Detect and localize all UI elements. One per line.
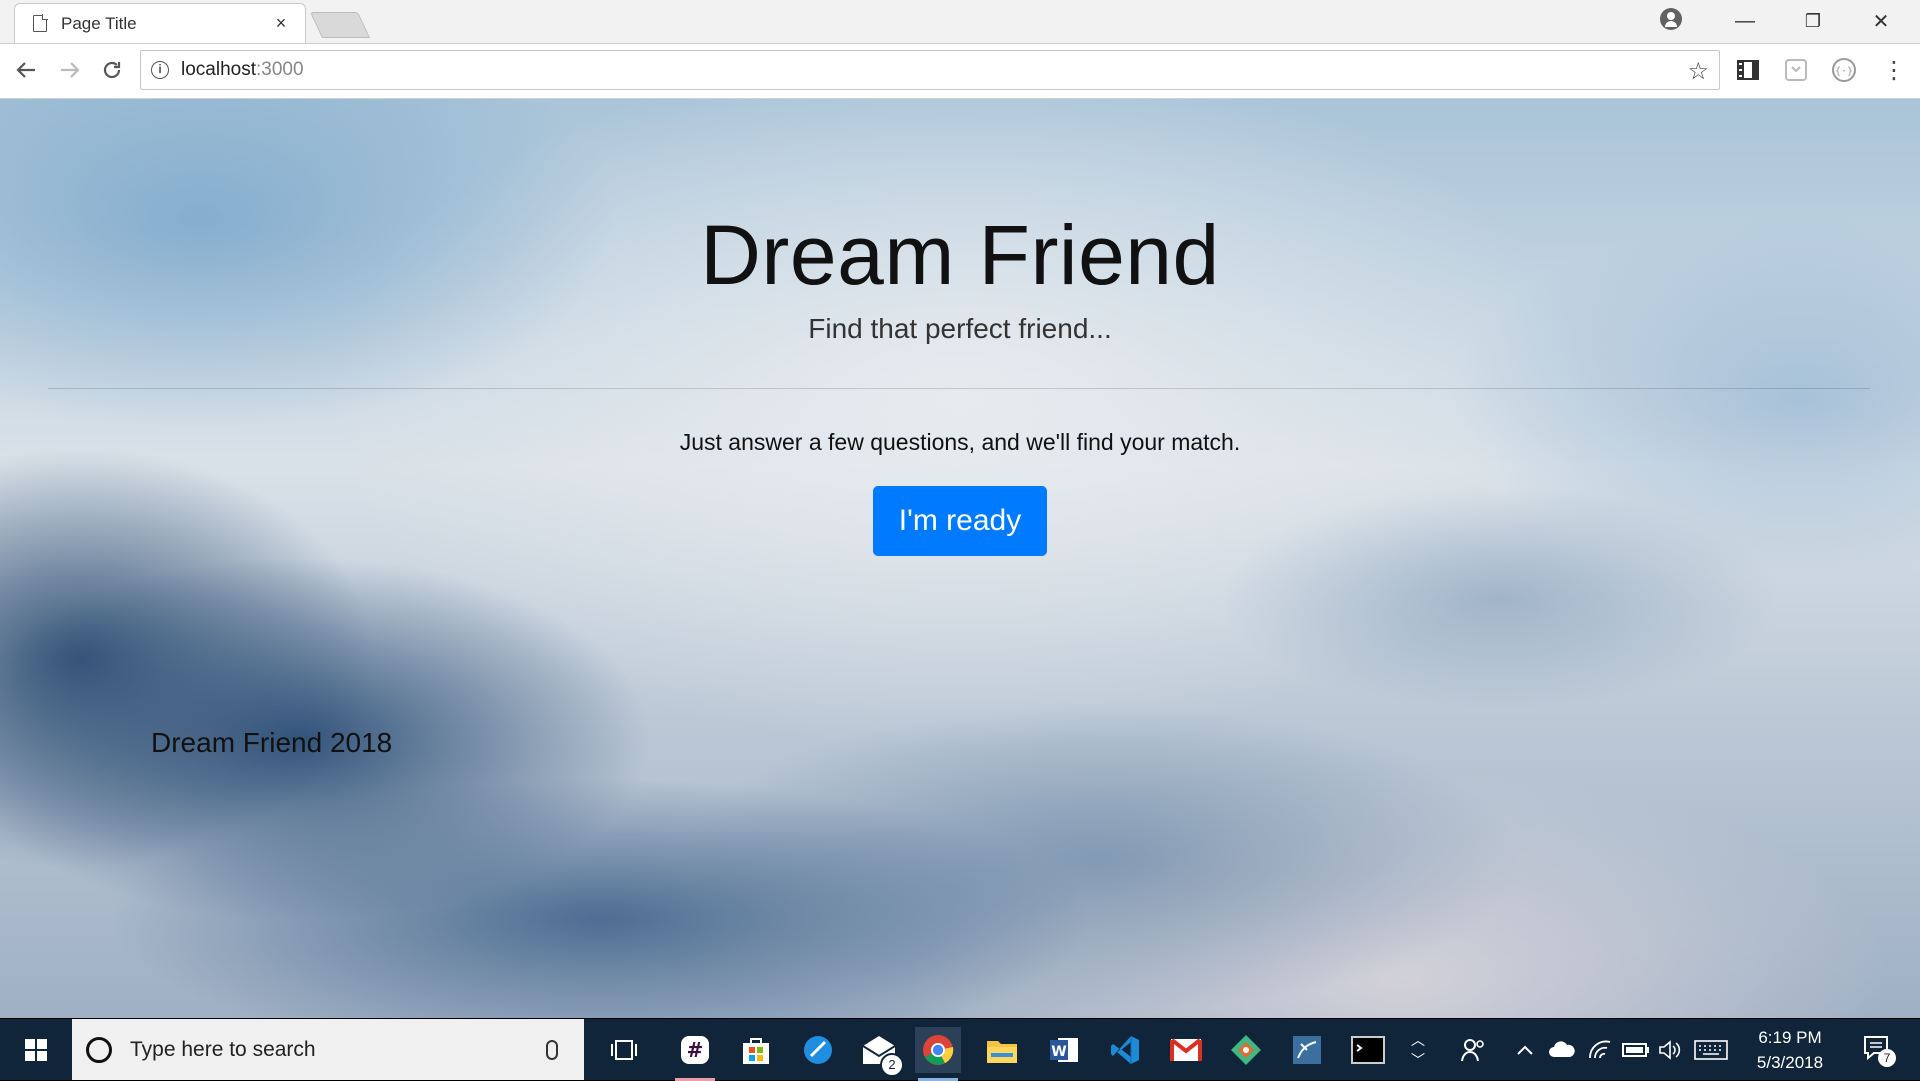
browser-chrome: Page Title × — ❐ ✕ i localhost :3000 ☆ {… [0,0,1920,99]
task-view-icon[interactable] [601,1027,647,1073]
page-viewport: Dream Friend Find that perfect friend...… [0,99,1920,1018]
action-center-icon[interactable]: 7 [1862,1033,1896,1067]
back-button[interactable] [8,52,44,88]
taskbar-search[interactable]: Type here to search [72,1019,584,1080]
clock-date: 5/3/2018 [1756,1053,1824,1072]
people-icon[interactable] [1460,1019,1486,1080]
page-subtitle: Find that perfect friend... [808,313,1112,344]
site-info-icon[interactable]: i [151,61,169,79]
browser-tab[interactable]: Page Title × [14,3,306,43]
url-host: localhost [181,59,256,80]
extension-pocket-icon[interactable] [1782,56,1810,84]
git-icon[interactable] [1223,1027,1269,1073]
mysql-workbench-icon[interactable] [1284,1027,1330,1073]
menu-kebab-icon[interactable]: ⋮ [1880,56,1908,84]
tab-close-icon[interactable]: × [271,13,291,34]
url-port: :3000 [256,59,304,80]
slack-icon[interactable]: # [672,1027,718,1081]
mail-icon[interactable]: 2 [856,1027,904,1077]
gmail-icon[interactable] [1163,1027,1209,1073]
tab-title: Page Title [61,13,137,33]
clock-time: 6:19 PM [1758,1028,1822,1047]
microphone-icon[interactable] [546,1039,558,1060]
page-icon [33,14,48,32]
mail-badge: 2 [880,1053,904,1077]
svg-text:{·}: {·} [1835,66,1853,77]
cortana-icon [86,1036,112,1063]
address-bar[interactable]: i localhost :3000 ☆ [140,50,1720,90]
reload-icon [103,61,121,79]
profile-icon[interactable] [1660,8,1682,30]
vscode-icon[interactable] [1102,1027,1148,1073]
reload-button[interactable] [94,52,130,88]
footer-text: Dream Friend 2018 [151,727,393,758]
tray-expand-icon[interactable] [1516,1019,1534,1080]
forward-arrow-icon [61,62,80,78]
page-title: Dream Friend [700,208,1220,302]
lead-text: Just answer a few questions, and we'll f… [679,429,1241,455]
back-arrow-icon [16,62,35,78]
notification-count-badge: 7 [1878,1049,1896,1067]
windows-logo-icon [25,1038,47,1061]
forward-button[interactable] [52,52,88,88]
tab-strip: Page Title × — ❐ ✕ [0,0,1920,44]
restore-button[interactable]: ❐ [1788,4,1838,38]
chevron-up-icon[interactable]: ︿ [1411,1030,1425,1050]
word-icon[interactable]: W [1041,1027,1087,1073]
file-explorer-icon[interactable] [979,1027,1025,1073]
new-tab-button[interactable] [309,12,371,38]
chrome-icon[interactable] [915,1027,961,1081]
sourcetree-icon[interactable] [795,1027,841,1073]
wifi-icon[interactable] [1588,1019,1612,1080]
system-clock[interactable]: 6:19 PM 5/3/2018 [1740,1025,1840,1075]
chevron-down-icon[interactable]: ﹀ [1411,1050,1425,1070]
extension-json-icon[interactable]: {·} [1830,56,1858,84]
terminal-icon[interactable] [1345,1027,1391,1073]
close-window-button[interactable]: ✕ [1856,4,1906,38]
bookmark-star-icon[interactable]: ☆ [1687,57,1709,86]
svg-text:W: W [1051,1044,1066,1060]
search-placeholder: Type here to search [130,1037,316,1061]
onedrive-icon[interactable] [1548,1019,1576,1080]
keyboard-icon[interactable] [1694,1019,1728,1080]
svg-text:#: # [687,1038,704,1062]
divider [48,388,1870,389]
start-button[interactable] [0,1019,72,1080]
browser-toolbar: i localhost :3000 ☆ {·} ⋮ [0,44,1920,99]
minimize-button[interactable]: — [1720,4,1770,38]
volume-icon[interactable] [1658,1019,1682,1080]
store-icon[interactable] [733,1027,779,1073]
extension-grid-icon[interactable] [1734,56,1762,84]
taskbar: Type here to search # 2 W ︿ ﹀ 6:19 PM 5/… [0,1019,1920,1081]
taskbar-scroll[interactable]: ︿ ﹀ [1406,1019,1430,1080]
im-ready-button[interactable]: I'm ready [873,486,1047,556]
battery-icon[interactable] [1622,1019,1650,1080]
